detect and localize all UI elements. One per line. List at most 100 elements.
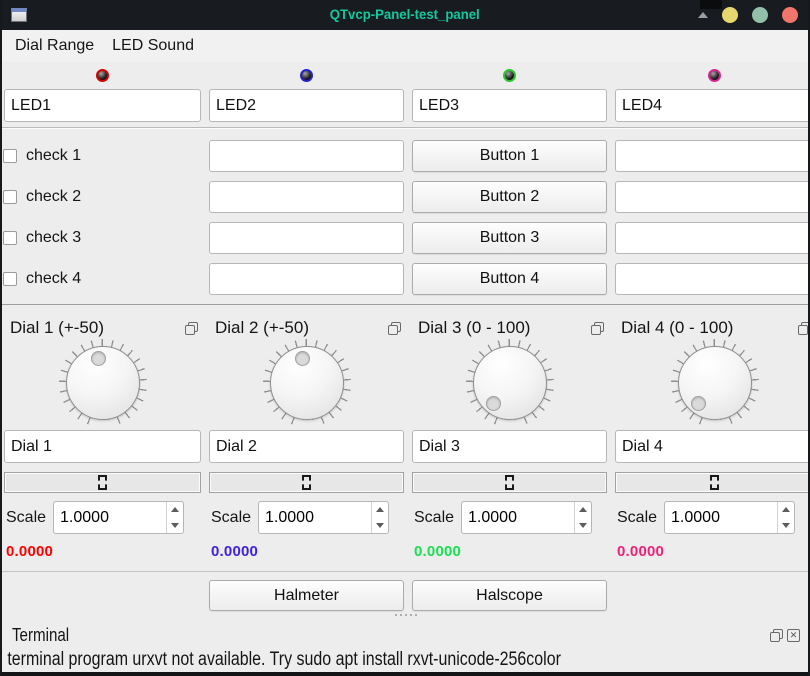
led2-name-field[interactable] (209, 89, 404, 122)
dial-1-knob[interactable] (59, 339, 147, 427)
dial-indicator (295, 351, 310, 366)
dial-indicator (691, 396, 706, 411)
menu-dial-range[interactable]: Dial Range (6, 33, 103, 59)
dial-3-name-field[interactable] (412, 430, 607, 463)
dial-2-readout: 0.0000 (209, 543, 404, 560)
dial-1-readout: 0.0000 (4, 543, 201, 560)
button-3[interactable]: Button 3 (412, 222, 607, 254)
arrow-down-icon (376, 523, 384, 528)
check-button-grid: check 1 Button 1 check 2 Button 2 check … (4, 140, 808, 295)
scale-1-spinbox[interactable] (53, 501, 184, 534)
halscope-button[interactable]: Halscope (412, 580, 607, 611)
spin-up-button[interactable] (372, 502, 388, 518)
button-1[interactable]: Button 1 (412, 140, 607, 172)
led2-indicator (300, 69, 313, 82)
close-button[interactable] (782, 7, 798, 23)
halmeter-button[interactable]: Halmeter (209, 580, 404, 611)
checkbox-3[interactable] (3, 231, 17, 245)
scale-cell-2: Scale (209, 501, 404, 534)
dial-name-row (4, 430, 808, 463)
led-indicator-row (4, 62, 808, 86)
spin-up-button[interactable] (778, 502, 794, 518)
terminal-dock-icons (770, 629, 800, 642)
button-2[interactable]: Button 2 (412, 181, 607, 213)
entry-field-2[interactable] (209, 181, 404, 213)
dial-2-name-field[interactable] (209, 430, 404, 463)
dial-4-name-field[interactable] (615, 430, 810, 463)
window-title-wrap: QTvcp-Panel-test_panel (2, 6, 808, 24)
float-icon[interactable] (388, 322, 401, 335)
missing-glyph-icon (302, 475, 311, 490)
maximize-button[interactable] (752, 7, 768, 23)
checkbox-2[interactable] (3, 190, 17, 204)
splitter-handle[interactable] (4, 611, 808, 619)
spin-down-button[interactable] (778, 518, 794, 534)
checkbox-4-label: check 4 (26, 270, 81, 288)
led3-name-field[interactable] (412, 89, 607, 122)
led4-name-field[interactable] (615, 89, 810, 122)
hal-button-row: Halmeter Halscope (4, 580, 808, 611)
spacer (4, 580, 201, 611)
dial-2-label: Dial 2 (+-50) (215, 318, 309, 338)
scale-2-value[interactable] (259, 502, 371, 533)
button-4[interactable]: Button 4 (412, 263, 607, 295)
dial-4-label-cell: Dial 4 (0 - 100) (615, 318, 810, 338)
checkbox-cell-3: check 3 (4, 222, 201, 254)
dial-3-knob[interactable] (466, 339, 554, 427)
scale-row: Scale Scale (4, 501, 808, 534)
spin-down-button[interactable] (575, 518, 591, 534)
section-divider (2, 304, 810, 305)
missing-glyph-icon (505, 475, 514, 490)
scale-4-value[interactable] (665, 502, 777, 533)
spacer (615, 580, 810, 611)
scale-cell-4: Scale (615, 501, 810, 534)
spin-down-button[interactable] (167, 518, 183, 534)
checkbox-cell-2: check 2 (4, 181, 201, 213)
display-field-2[interactable] (615, 181, 810, 213)
scale-2-spinbox[interactable] (258, 501, 389, 534)
shade-triangle-icon[interactable] (698, 12, 708, 18)
dial-readout-row: 0.0000 0.0000 0.0000 0.0000 (4, 543, 808, 559)
float-icon[interactable] (798, 322, 810, 335)
float-icon[interactable] (770, 629, 783, 642)
grid-row-2: check 2 Button 2 (4, 181, 808, 213)
horizontal-groove (2, 127, 810, 129)
spin-up-button[interactable] (575, 502, 591, 518)
entry-field-1[interactable] (209, 140, 404, 172)
led4-indicator (708, 69, 721, 82)
dial-face (678, 346, 752, 420)
checkbox-1[interactable] (3, 149, 17, 163)
display-field-4[interactable] (615, 263, 810, 295)
checkbox-4[interactable] (3, 272, 17, 286)
minimize-button[interactable] (722, 7, 738, 23)
section-divider (2, 571, 810, 572)
dial-1-name-field[interactable] (4, 430, 201, 463)
entry-field-3[interactable] (209, 222, 404, 254)
scale-1-value[interactable] (54, 502, 166, 533)
spin-down-button[interactable] (372, 518, 388, 534)
spin-up-button[interactable] (167, 502, 183, 518)
dial-knob-row (4, 339, 808, 427)
led1-name-field[interactable] (4, 89, 201, 122)
led3-indicator (503, 69, 516, 82)
checkbox-2-label: check 2 (26, 188, 81, 206)
float-icon[interactable] (591, 322, 604, 335)
float-icon[interactable] (185, 322, 198, 335)
menu-led-sound[interactable]: LED Sound (103, 33, 203, 59)
entry-field-4[interactable] (209, 263, 404, 295)
scale-3-value[interactable] (462, 502, 574, 533)
scale-3-spinbox[interactable] (461, 501, 592, 534)
menubar: Dial Range LED Sound (2, 30, 808, 62)
display-field-3[interactable] (615, 222, 810, 254)
central-widget: check 1 Button 1 check 2 Button 2 check … (2, 62, 808, 671)
display-field-1[interactable] (615, 140, 810, 172)
grid-row-1: check 1 Button 1 (4, 140, 808, 172)
scale-4-spinbox[interactable] (664, 501, 795, 534)
dial-4-label: Dial 4 (0 - 100) (621, 318, 733, 338)
dial-2-label-cell: Dial 2 (+-50) (209, 318, 404, 338)
close-icon[interactable] (787, 629, 800, 642)
dial-2-knob[interactable] (263, 339, 351, 427)
dial-4-knob[interactable] (671, 339, 759, 427)
missing-glyph-icon (710, 475, 719, 490)
dial-face (270, 346, 344, 420)
